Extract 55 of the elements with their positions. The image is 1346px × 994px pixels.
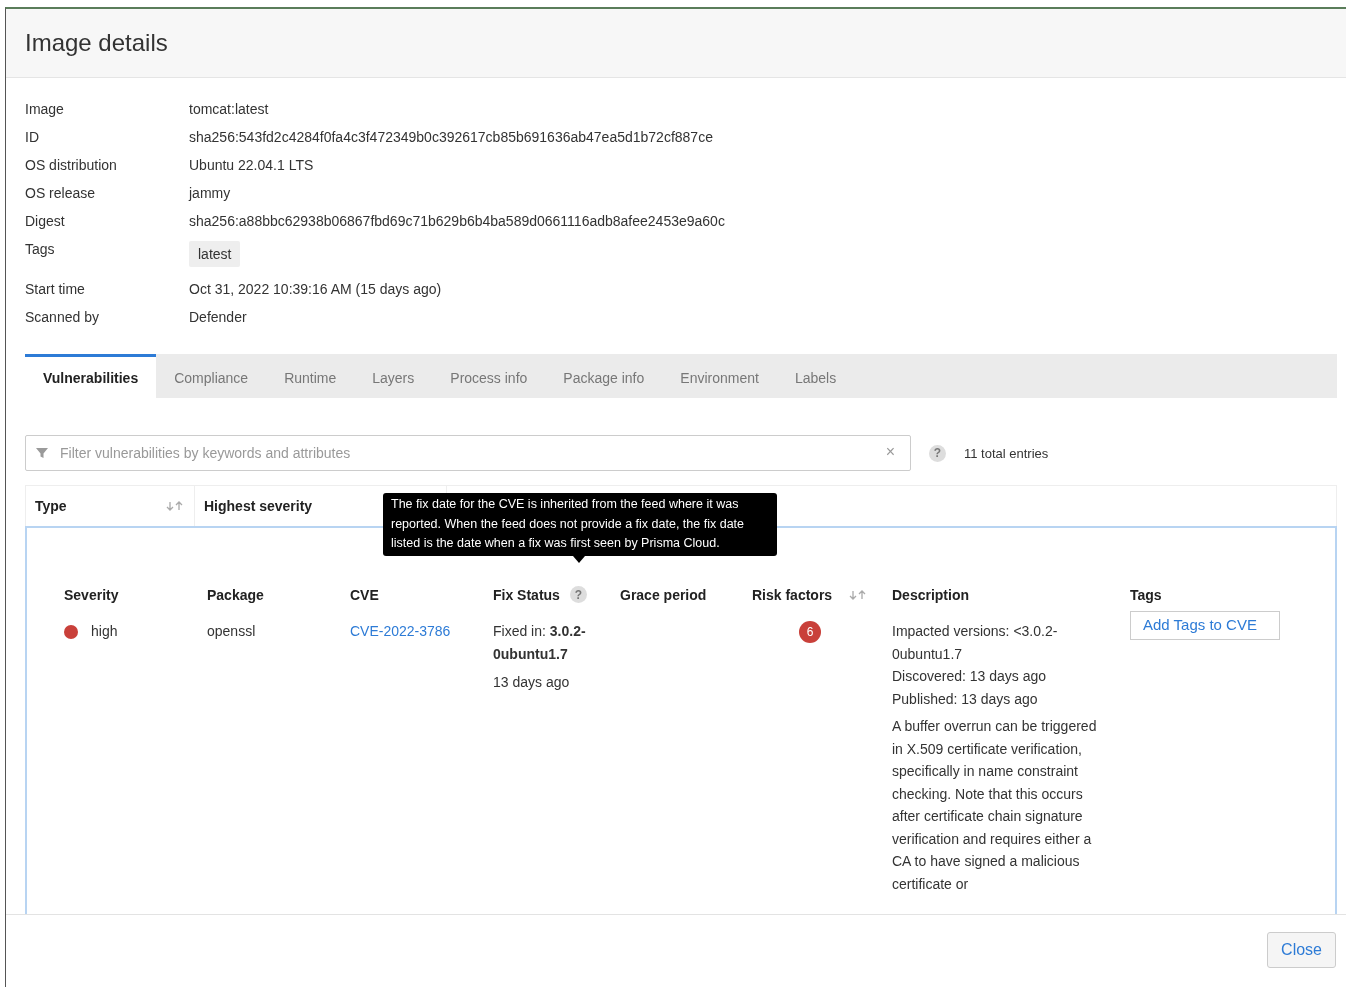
detail-label: ID — [25, 128, 40, 147]
clear-button[interactable]: × — [885, 443, 895, 461]
column-header: Risk factors — [752, 586, 833, 603]
detail-label: Start time — [25, 280, 86, 299]
detail-label: Tags — [25, 240, 56, 259]
tab[interactable]: Runtime — [266, 354, 355, 398]
column-header: CVE — [350, 586, 379, 603]
column-header: Severity — [64, 586, 119, 603]
column-header: Highest severity — [204, 498, 313, 514]
tag-chip: latest — [189, 241, 241, 267]
detail-value: tomcat:latest — [189, 100, 269, 119]
tab[interactable]: Environment — [662, 354, 777, 398]
risk-count-badge: 6 — [799, 621, 821, 644]
impacted-versions: Impacted versions: <3.0.2-0ubuntu1.7 — [892, 622, 1059, 664]
total-entries: 11 total entries — [964, 445, 1049, 461]
description-text: A buffer overrun can be triggered in X.509 certificate verification, specifically in name constraint checking. Note that this occurs after certificate chain signature verification and requires either a CA to have signed a malicious certificate or — [892, 717, 1098, 894]
filter-icon — [35, 446, 49, 460]
close-button[interactable]: Close — [1267, 932, 1336, 968]
column-header: Type — [35, 498, 67, 514]
detail-value: Oct 31, 2022 10:39:16 AM (15 days ago) — [189, 280, 442, 299]
cve-link[interactable]: CVE-2022-3786 — [350, 623, 451, 639]
tab[interactable]: Vulnerabilities — [25, 354, 157, 398]
tab[interactable]: Labels — [776, 354, 855, 398]
discovered-date: Discovered: 13 days ago — [892, 667, 1048, 686]
column-header: Grace period — [620, 586, 707, 603]
tooltip-pointer-icon — [573, 555, 585, 563]
tab[interactable]: Layers — [354, 354, 433, 398]
detail-value: jammy — [189, 184, 231, 203]
published-date: Published: 13 days ago — [892, 689, 1039, 709]
column-header: Tags — [1130, 586, 1162, 603]
help-icon[interactable]: ? — [569, 586, 587, 603]
tab[interactable]: Process info — [432, 354, 546, 398]
sort-icon[interactable] — [165, 499, 185, 513]
add-tags-button[interactable]: Add Tags to CVE — [1130, 611, 1280, 640]
detail-label: Digest — [25, 212, 66, 231]
detail-label: OS distribution — [25, 156, 118, 175]
dialog-title: Image details — [25, 29, 168, 57]
help-icon[interactable]: ? — [929, 444, 946, 462]
detail-label: Scanned by — [25, 308, 100, 327]
tooltip: The fix date for the CVE is inherited from the feed where it was reported. When the feed does not provide a fix date, the fix date listed is the date when a fix was first seen by Prisma Cloud. — [383, 493, 777, 556]
detail-value: sha256:a88bbc62938b06867fbd69c71b629b6b4ba589d0661116adb8afee2453e9a60c — [189, 212, 725, 231]
detail-value: Defender — [189, 308, 247, 327]
tab[interactable]: Package info — [545, 354, 663, 398]
package-name: openssl — [207, 623, 256, 639]
detail-label: OS release — [25, 184, 97, 203]
tab[interactable]: Compliance — [156, 354, 267, 398]
detail-label: Image — [25, 100, 65, 119]
fix-age: 13 days ago — [493, 673, 571, 692]
detail-value: Ubuntu 22.04.1 LTS — [189, 156, 314, 175]
column-header: Fix Status — [493, 586, 560, 603]
column-header: Package — [207, 586, 264, 603]
column-header: Description — [892, 586, 969, 603]
severity-text: high — [91, 622, 118, 641]
detail-value: sha256:543fd2c4284f0fa4c3f472349b0c392617cb85b691636ab47ea5d1b72cf887ce — [189, 128, 713, 147]
fix-version: Fixed in: 3.0.2-0ubuntu1.7 — [493, 622, 587, 664]
